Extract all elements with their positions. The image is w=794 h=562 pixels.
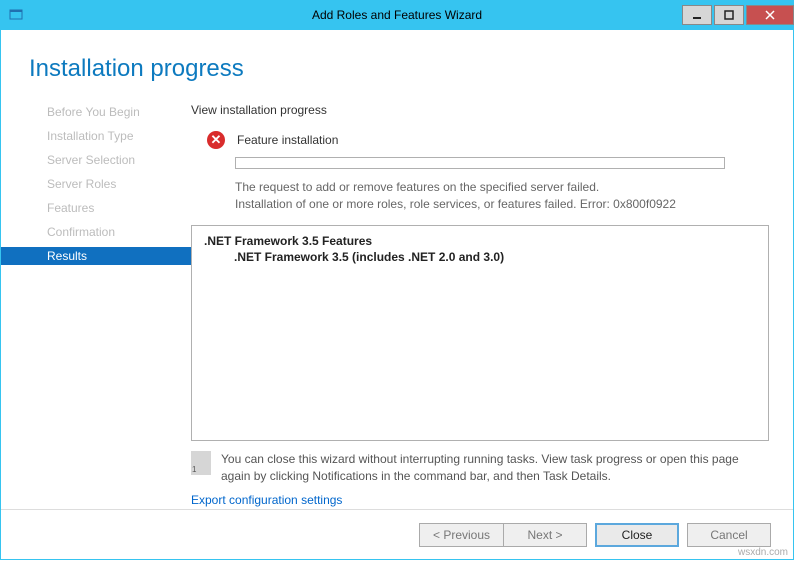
status-row: ✕ Feature installation [207,131,769,149]
feature-parent: .NET Framework 3.5 Features [204,234,756,248]
window-controls [682,5,794,25]
sidebar-item-features: Features [27,199,191,217]
header: Installation progress [1,30,793,103]
nav-button-group: < Previous Next > [419,523,587,547]
flag-icon: 1 [191,451,211,475]
main-panel: View installation progress ✕ Feature ins… [191,103,793,509]
maximize-button[interactable] [714,5,744,25]
page-title: Installation progress [29,55,793,83]
next-button: Next > [503,523,587,547]
feature-list: .NET Framework 3.5 Features .NET Framewo… [191,225,769,442]
progress-bar [235,157,725,169]
error-line-1: The request to add or remove features on… [235,179,769,196]
sidebar-item-before-you-begin: Before You Begin [27,103,191,121]
watermark: wsxdn.com [738,547,788,558]
sidebar-item-server-roles: Server Roles [27,175,191,193]
error-message: The request to add or remove features on… [235,179,769,213]
export-configuration-link[interactable]: Export configuration settings [191,493,769,507]
sidebar-item-results[interactable]: Results [1,247,191,265]
sidebar-item-installation-type: Installation Type [27,127,191,145]
button-bar: < Previous Next > Close Cancel [1,509,793,559]
note-row: 1 You can close this wizard without inte… [191,451,769,485]
window-title: Add Roles and Features Wizard [312,8,482,22]
close-button[interactable]: Close [595,523,679,547]
cancel-button: Cancel [687,523,771,547]
previous-button: < Previous [419,523,503,547]
titlebar: Add Roles and Features Wizard [0,0,794,30]
instruction-label: View installation progress [191,103,769,117]
error-line-2: Installation of one or more roles, role … [235,196,769,213]
sidebar-item-confirmation: Confirmation [27,223,191,241]
content: Before You Begin Installation Type Serve… [1,103,793,509]
sidebar-item-server-selection: Server Selection [27,151,191,169]
feature-child: .NET Framework 3.5 (includes .NET 2.0 an… [204,250,756,264]
error-icon: ✕ [207,131,225,149]
note-text: You can close this wizard without interr… [221,451,769,485]
close-window-button[interactable] [746,5,794,25]
status-text: Feature installation [237,133,338,147]
app-icon [8,7,24,23]
minimize-button[interactable] [682,5,712,25]
sidebar: Before You Begin Installation Type Serve… [1,103,191,509]
window-body: Installation progress Before You Begin I… [0,30,794,560]
